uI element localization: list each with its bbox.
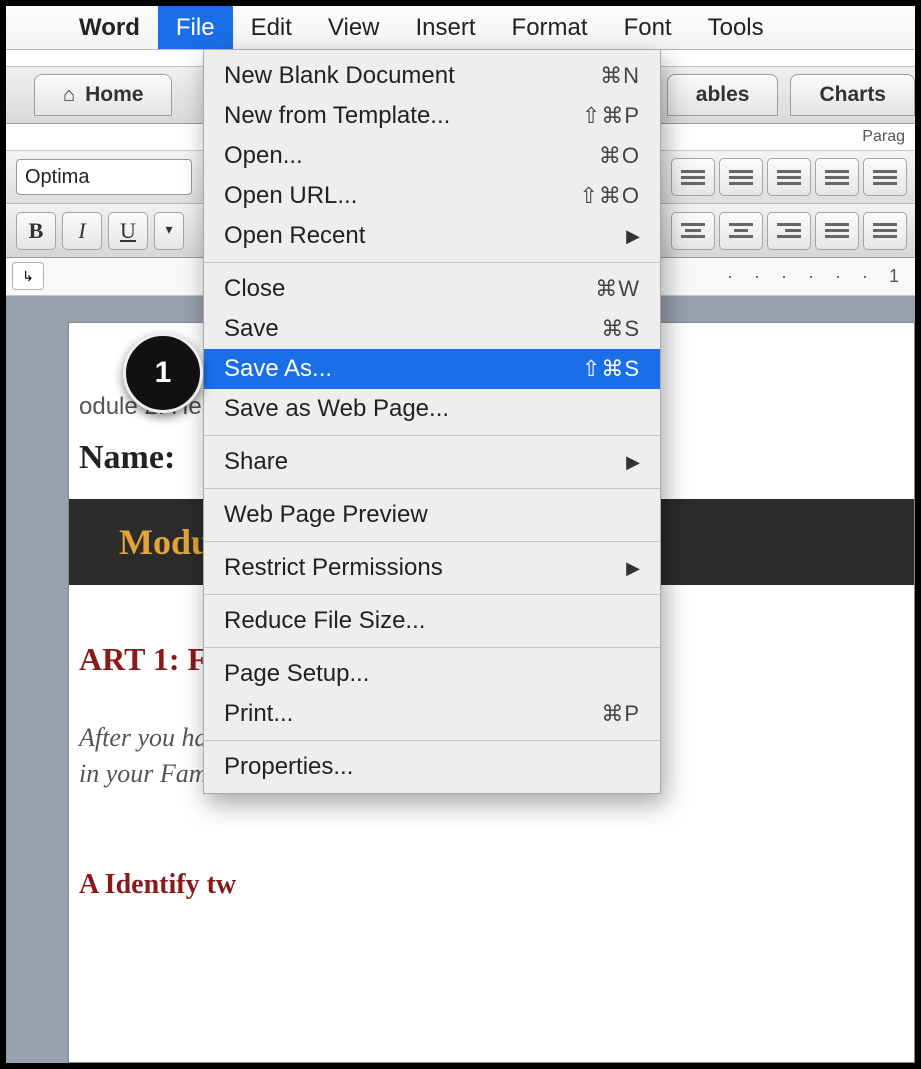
menu-item-label: Save As... xyxy=(224,355,582,383)
menubar-item-insert[interactable]: Insert xyxy=(398,6,494,49)
menu-item-shortcut: ⌘N xyxy=(600,63,640,89)
menubar-app-name[interactable]: Word xyxy=(61,6,158,49)
bold-button[interactable]: B xyxy=(16,212,56,250)
menu-item-shortcut: ⌘P xyxy=(601,701,640,727)
underline-button[interactable]: U xyxy=(108,212,148,250)
submenu-arrow-icon: ▶ xyxy=(626,226,640,247)
menu-item-label: New from Template... xyxy=(224,102,582,130)
menu-item-label: Save xyxy=(224,315,601,343)
ruler-mark: · · · · · · 1 xyxy=(727,266,907,287)
menubar-item-edit[interactable]: Edit xyxy=(233,6,310,49)
line-spacing-button[interactable] xyxy=(863,212,907,250)
tab-charts-label: Charts xyxy=(819,83,886,107)
menubar-item-font[interactable]: Font xyxy=(606,6,690,49)
submenu-arrow-icon: ▶ xyxy=(626,558,640,579)
decrease-indent-button[interactable] xyxy=(815,158,859,196)
increase-indent-button[interactable] xyxy=(863,158,907,196)
menu-item-shortcut: ⌘S xyxy=(601,316,640,342)
menu-item-properties[interactable]: Properties... xyxy=(204,747,660,787)
menu-item-label: Page Setup... xyxy=(224,660,640,688)
menu-separator xyxy=(204,435,660,436)
numbered-list-button[interactable] xyxy=(719,158,763,196)
menu-item-label: Open Recent xyxy=(224,222,626,250)
menu-item-shortcut: ⇧⌘S xyxy=(582,356,640,382)
paragraph-group-label: Parag xyxy=(862,128,905,146)
menu-item-web-page-preview[interactable]: Web Page Preview xyxy=(204,495,660,535)
align-center-button[interactable] xyxy=(719,212,763,250)
menu-item-label: New Blank Document xyxy=(224,62,600,90)
submenu-arrow-icon: ▶ xyxy=(626,452,640,473)
home-icon: ⌂ xyxy=(63,84,75,107)
menu-item-label: Restrict Permissions xyxy=(224,554,626,582)
menu-item-restrict-permissions[interactable]: Restrict Permissions▶ xyxy=(204,548,660,588)
menu-item-save-as[interactable]: Save As...⇧⌘S xyxy=(204,349,660,389)
font-name-combobox[interactable]: Optima xyxy=(16,159,192,195)
menu-separator xyxy=(204,594,660,595)
tab-tables-label: ables xyxy=(696,83,750,107)
menu-item-open-url[interactable]: Open URL...⇧⌘O xyxy=(204,176,660,216)
menu-item-label: Print... xyxy=(224,700,601,728)
tab-charts[interactable]: Charts xyxy=(790,74,915,116)
menu-item-save-as-web-page[interactable]: Save as Web Page... xyxy=(204,389,660,429)
align-right-button[interactable] xyxy=(767,212,811,250)
menu-separator xyxy=(204,541,660,542)
menu-item-print[interactable]: Print...⌘P xyxy=(204,694,660,734)
menu-item-label: Reduce File Size... xyxy=(224,607,640,635)
menu-item-shortcut: ⇧⌘O xyxy=(579,183,640,209)
menu-item-page-setup[interactable]: Page Setup... xyxy=(204,654,660,694)
menu-item-open[interactable]: Open...⌘O xyxy=(204,136,660,176)
multilevel-list-button[interactable] xyxy=(767,158,811,196)
tab-home-label: Home xyxy=(85,83,143,107)
menu-item-save[interactable]: Save⌘S xyxy=(204,309,660,349)
menu-item-label: Share xyxy=(224,448,626,476)
menu-item-label: Web Page Preview xyxy=(224,501,640,529)
menubar-item-format[interactable]: Format xyxy=(494,6,606,49)
menubar-item-file[interactable]: File xyxy=(158,6,233,49)
file-menu-dropdown: New Blank Document⌘NNew from Template...… xyxy=(203,50,661,794)
menu-item-new-blank-document[interactable]: New Blank Document⌘N xyxy=(204,56,660,96)
menu-item-label: Close xyxy=(224,275,595,303)
menu-item-share[interactable]: Share▶ xyxy=(204,442,660,482)
tab-home[interactable]: ⌂ Home xyxy=(34,74,172,116)
menu-item-shortcut: ⌘O xyxy=(599,143,640,169)
menu-item-label: Open URL... xyxy=(224,182,579,210)
menu-item-close[interactable]: Close⌘W xyxy=(204,269,660,309)
menu-separator xyxy=(204,740,660,741)
annotation-callout-1: 1 xyxy=(123,333,203,413)
doc-identify-heading: A Identify tw xyxy=(79,869,914,901)
mac-menubar: Word File Edit View Insert Format Font T… xyxy=(6,6,915,50)
menu-item-open-recent[interactable]: Open Recent▶ xyxy=(204,216,660,256)
menubar-item-tools[interactable]: Tools xyxy=(690,6,782,49)
menu-separator xyxy=(204,262,660,263)
tab-tables[interactable]: ables xyxy=(667,74,779,116)
menu-item-label: Properties... xyxy=(224,753,640,781)
tab-selector-icon[interactable]: ↳ xyxy=(12,262,44,290)
menu-item-label: Save as Web Page... xyxy=(224,395,640,423)
menu-item-new-from-template[interactable]: New from Template...⇧⌘P xyxy=(204,96,660,136)
menu-separator xyxy=(204,647,660,648)
menu-item-label: Open... xyxy=(224,142,599,170)
underline-dropdown-icon[interactable]: ▾ xyxy=(154,212,184,250)
doc-title-banner-text: Modu xyxy=(119,521,211,563)
bulleted-list-button[interactable] xyxy=(671,158,715,196)
align-left-button[interactable] xyxy=(671,212,715,250)
align-justify-button[interactable] xyxy=(815,212,859,250)
italic-button[interactable]: I xyxy=(62,212,102,250)
menu-item-reduce-file-size[interactable]: Reduce File Size... xyxy=(204,601,660,641)
menu-separator xyxy=(204,488,660,489)
menu-item-shortcut: ⇧⌘P xyxy=(582,103,640,129)
menu-item-shortcut: ⌘W xyxy=(595,276,640,302)
menubar-item-view[interactable]: View xyxy=(310,6,398,49)
